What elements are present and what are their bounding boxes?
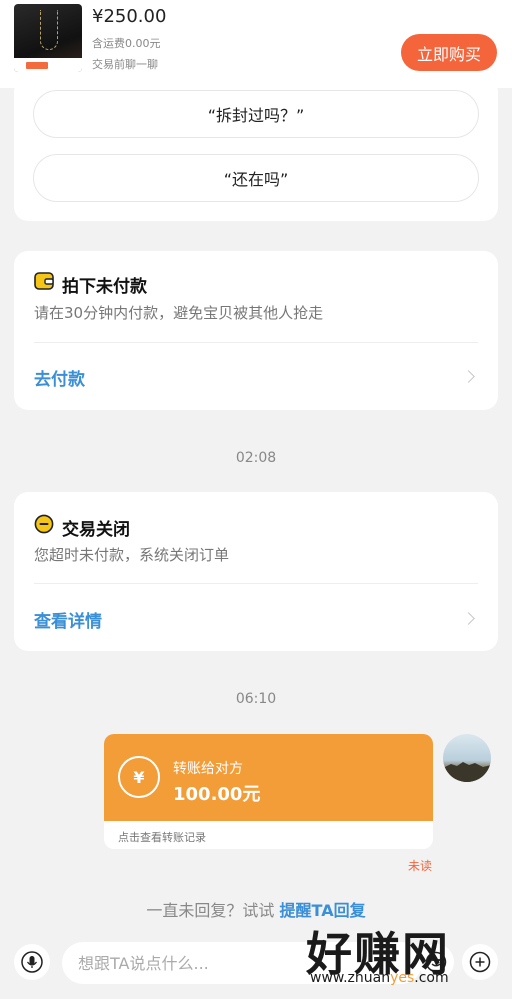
watermark-url: www.zhuanyes.com: [310, 970, 449, 986]
unpaid-desc: 请在30分钟内付款，避免宝贝被其他人抢走: [34, 304, 324, 322]
minus-circle-icon: [34, 514, 54, 534]
remind-text: 一直未回复？试试: [146, 901, 280, 920]
product-header: ¥250.00 含运费0.00元 交易前聊一聊 立即购买: [0, 0, 512, 88]
buy-now-button[interactable]: 立即购买: [401, 34, 497, 71]
chevron-right-icon: [462, 612, 475, 625]
divider: [34, 583, 478, 584]
voice-button[interactable]: [14, 944, 50, 980]
shipping-fee: 含运费0.00元: [92, 37, 161, 50]
avatar[interactable]: [443, 734, 491, 782]
closed-title: 交易关闭: [62, 520, 130, 540]
chevron-right-icon: [462, 370, 475, 383]
divider: [34, 342, 478, 343]
microphone-icon: [21, 951, 43, 973]
transfer-record-link[interactable]: 点击查看转账记录: [118, 829, 206, 845]
transfer-label: 转账给对方: [173, 761, 243, 777]
unpaid-notice-card: 拍下未付款 请在30分钟内付款，避免宝贝被其他人抢走 去付款: [14, 251, 498, 410]
go-pay-link[interactable]: 去付款: [34, 365, 85, 390]
necklace-graphic: [40, 10, 58, 50]
quick-reply-card: “拆封过吗？” “还在吗”: [14, 78, 498, 221]
avatar-landscape: [443, 762, 491, 782]
quick-reply-still-available[interactable]: “还在吗”: [33, 154, 479, 202]
unread-status: 未读: [408, 859, 433, 873]
chat-hint: 交易前聊一聊: [92, 58, 158, 71]
timestamp: 06:10: [235, 691, 277, 707]
closed-desc: 您超时未付款，系统关闭订单: [34, 546, 230, 564]
timestamp: 02:08: [235, 450, 277, 466]
product-price: ¥250.00: [92, 6, 167, 27]
wallet-icon: [34, 272, 54, 290]
product-thumbnail[interactable]: [14, 4, 82, 72]
closed-notice-card: 交易关闭 您超时未付款，系统关闭订单 查看详情: [14, 492, 498, 651]
unpaid-title: 拍下未付款: [62, 277, 147, 297]
quick-reply-unsealed[interactable]: “拆封过吗？”: [33, 90, 479, 138]
view-details-link[interactable]: 查看详情: [34, 607, 102, 632]
transfer-message-bubble[interactable]: ¥ 转账给对方 100.00元 点击查看转账记录: [104, 734, 433, 849]
transfer-amount: 100.00元: [173, 784, 261, 805]
transfer-coin-icon: ¥: [118, 756, 160, 798]
watermark: 好赚网 www.zhuanyes.com: [304, 918, 510, 990]
